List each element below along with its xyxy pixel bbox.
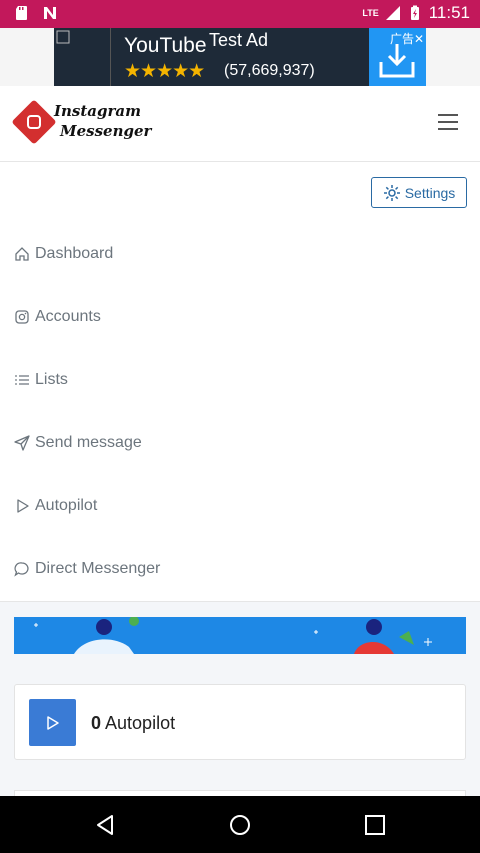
n-app-icon (44, 7, 56, 19)
nav-item-lists[interactable]: Lists (0, 348, 480, 411)
nav-item-dashboard[interactable]: Dashboard (0, 222, 480, 285)
nav-label: Dashboard (35, 244, 114, 262)
back-icon[interactable] (94, 814, 116, 836)
nav-label: Direct Messenger (35, 559, 161, 577)
play-icon (46, 715, 59, 730)
ad-banner-area: YouTube Test Ad ★★★★★ (57,669,937) 广告✕ (0, 28, 480, 86)
chat-icon (14, 561, 29, 577)
ad-brand: YouTube (124, 34, 207, 57)
broken-image-icon (56, 30, 70, 44)
app-header: Instagram Messenger (0, 86, 480, 162)
instagram-icon (15, 309, 29, 324)
clock: 11:51 (428, 3, 470, 22)
nav-label: Lists (35, 370, 68, 388)
recents-icon[interactable] (364, 814, 386, 836)
hamburger-menu-button[interactable] (438, 114, 458, 130)
notification-icons (14, 5, 58, 21)
autopilot-count-label: Autopilot (105, 713, 176, 733)
logo-text-line2: Messenger (60, 122, 152, 140)
nav-item-accounts[interactable]: Accounts (0, 285, 480, 348)
list-icon (15, 374, 29, 385)
send-icon (14, 434, 30, 451)
ad-banner[interactable]: YouTube Test Ad ★★★★★ (57,669,937) 广告✕ (54, 28, 426, 86)
sd-card-icon (16, 6, 27, 20)
system-icons: LTE 11:51 (362, 3, 470, 23)
hamburger-icon (438, 114, 458, 116)
autopilot-count-value: 0 (91, 713, 102, 733)
side-nav: Dashboard Accounts Lists Send message Au… (0, 222, 480, 600)
people-illustration (34, 617, 432, 654)
ad-star-rating: ★★★★★ (124, 61, 205, 82)
status-bar: LTE 11:51 (0, 0, 480, 28)
ad-test-badge: Test Ad (209, 30, 269, 51)
nav-item-autopilot[interactable]: Autopilot (0, 474, 480, 537)
download-icon (379, 44, 415, 78)
gear-icon (383, 184, 400, 201)
ad-rating-count: (57,669,937) (224, 62, 315, 79)
play-icon (17, 498, 29, 513)
ad-image-placeholder (54, 28, 111, 86)
autopilot-card[interactable]: 0 Autopilot (14, 684, 466, 760)
nav-label: Send message (35, 433, 142, 451)
nav-label: Autopilot (35, 496, 98, 514)
lte-indicator: LTE (362, 8, 379, 18)
nav-item-direct-messenger[interactable]: Direct Messenger (0, 537, 480, 600)
autopilot-card-icon-box (29, 699, 76, 746)
settings-button[interactable]: Settings (371, 177, 467, 208)
app-logo[interactable]: Instagram Messenger (11, 99, 151, 148)
home-button-icon[interactable] (229, 814, 251, 836)
instagram-icon (27, 115, 41, 129)
home-icon (15, 246, 29, 261)
nav-item-send-message[interactable]: Send message (0, 411, 480, 474)
signal-icon (385, 6, 400, 20)
system-nav-bar (0, 796, 480, 853)
illustration-banner (14, 617, 466, 654)
autopilot-count: 0 Autopilot (91, 713, 175, 734)
logo-text-line1: Instagram (54, 102, 141, 120)
ad-choices-label[interactable]: 广告✕ (390, 30, 424, 47)
battery-charging-icon (410, 5, 419, 20)
nav-label: Accounts (35, 307, 101, 325)
settings-label: Settings (404, 184, 456, 201)
